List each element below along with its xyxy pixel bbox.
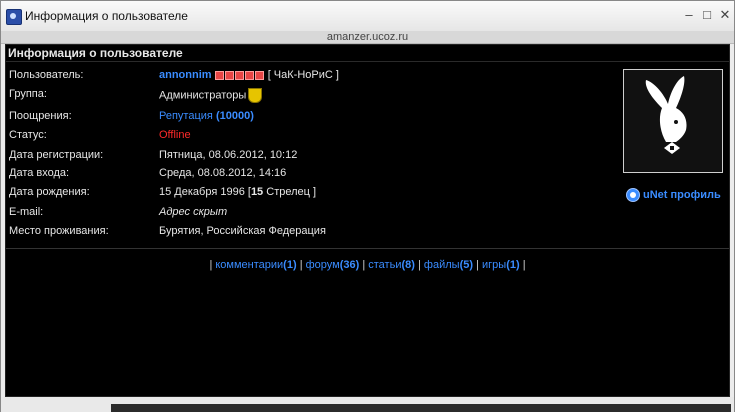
user-label: Пользователь: (9, 69, 84, 81)
unet-profile-label: uNet профиль (643, 188, 721, 201)
birth-sign: Стрелец ] (266, 186, 317, 198)
group-label: Группа: (9, 88, 47, 100)
reputation-text: Репутация (159, 110, 213, 122)
unet-icon (626, 188, 640, 202)
background-image-strip (111, 404, 731, 412)
articles-link[interactable]: статьи(8) (368, 259, 415, 271)
login-value: Среда, 08.08.2012, 14:16 (159, 167, 287, 179)
user-name[interactable]: annonnim (159, 69, 212, 81)
activity-links: | комментарии(1) | форум(36) | статьи(8)… (209, 259, 526, 271)
user-rank: [ ЧаК-НоРиС ] (267, 69, 339, 81)
divider (6, 248, 729, 249)
status-value: Offline (159, 129, 191, 141)
bunny-logo-icon (645, 76, 687, 154)
birth-value: 15 Декабря 1996 [15 Стрелец ] (159, 186, 316, 198)
birth-date: 15 Декабря 1996 (159, 186, 245, 198)
title-bar: Информация о пользователе – □ ✕ (1, 1, 734, 32)
window-title: Информация о пользователе (25, 9, 188, 23)
maximize-button[interactable]: □ (700, 8, 714, 22)
minimize-button[interactable]: – (682, 8, 696, 22)
login-label: Дата входа: (9, 167, 70, 179)
unet-profile-link[interactable]: uNet профиль (626, 188, 721, 202)
group-name: Администраторы (159, 89, 247, 102)
status-label: Статус: (9, 129, 47, 141)
reg-value: Пятница, 08.06.2012, 10:12 (159, 149, 298, 161)
email-value: Адрес скрыт (159, 206, 228, 218)
close-button[interactable]: ✕ (718, 8, 732, 22)
files-link[interactable]: файлы(5) (424, 259, 473, 271)
group-value: Администраторы (159, 88, 263, 103)
profile-panel: Информация о пользователе Пользователь: … (5, 44, 730, 397)
birth-age: 15 (250, 186, 264, 198)
forum-link[interactable]: форум(36) (306, 259, 360, 271)
location-label: Место проживания: (9, 225, 109, 237)
reputation-link[interactable]: Репутация (10000) (159, 110, 254, 122)
app-icon (6, 9, 22, 25)
comments-link[interactable]: комментарии(1) (215, 259, 296, 271)
email-label: E-mail: (9, 206, 44, 218)
address-bar: amanzer.ucoz.ru (1, 31, 734, 44)
rewards-label: Поощрения: (9, 110, 72, 122)
location-value: Бурятия, Российская Федерация (159, 225, 326, 237)
popup-window: Информация о пользователе – □ ✕ amanzer.… (0, 0, 735, 412)
birth-label: Дата рождения: (9, 186, 90, 198)
reg-label: Дата регистрации: (9, 149, 104, 161)
admin-shield-icon (248, 88, 263, 103)
panel-header: Информация о пользователе (6, 45, 729, 62)
rank-stars (214, 69, 265, 81)
avatar (623, 69, 723, 173)
games-link[interactable]: игры(1) (482, 259, 520, 271)
reputation-value: (10000) (215, 110, 254, 122)
user-value: annonnim [ ЧаК-НоРиС ] (159, 69, 339, 81)
